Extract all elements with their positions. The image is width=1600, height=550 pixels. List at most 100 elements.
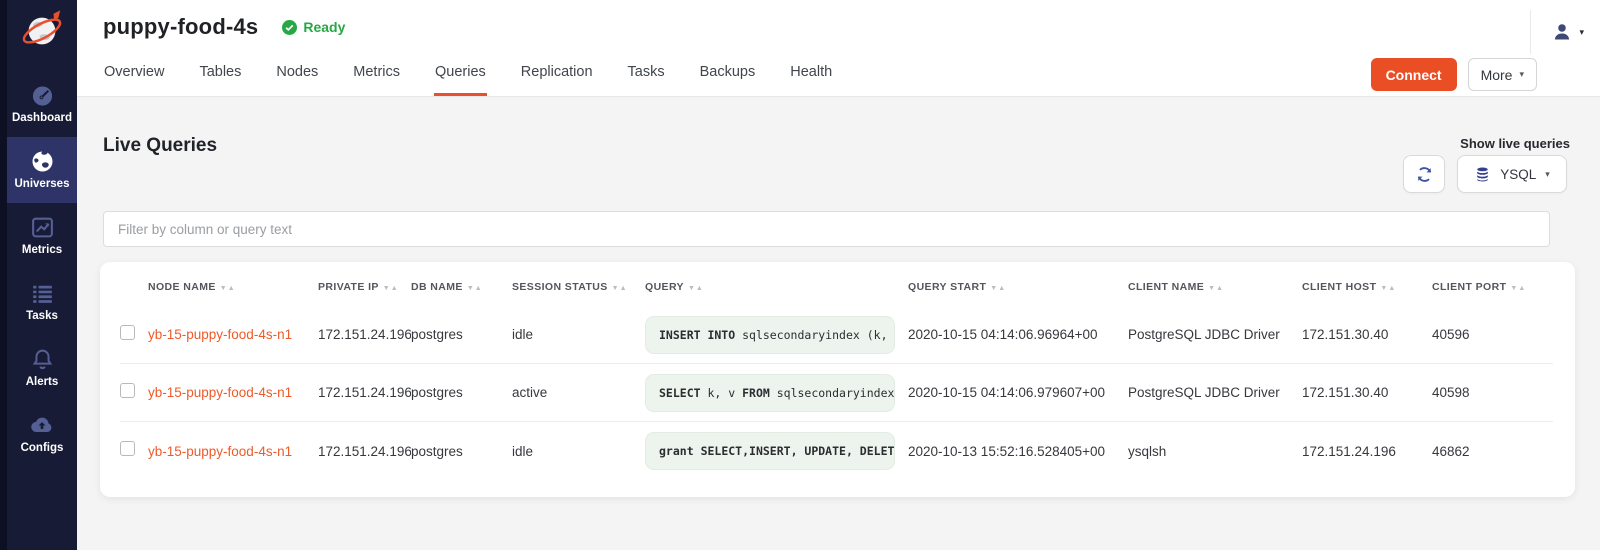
connect-button[interactable]: Connect xyxy=(1371,58,1457,91)
tab-overview[interactable]: Overview xyxy=(103,54,165,96)
more-button-label: More xyxy=(1481,67,1513,83)
column-header-client-host[interactable]: CLIENT HOST▼▲ xyxy=(1302,281,1432,293)
universe-title: puppy-food-4s xyxy=(103,14,258,40)
row-checkbox[interactable] xyxy=(120,441,135,456)
column-header-client-port[interactable]: CLIENT PORT▼▲ xyxy=(1432,281,1553,293)
status-badge: Ready xyxy=(282,19,345,35)
sidebar-item-configs[interactable]: Configs xyxy=(7,401,77,467)
page-title: Live Queries xyxy=(103,135,217,157)
table-row: yb-15-puppy-food-4s-n1 172.151.24.196 po… xyxy=(120,422,1553,480)
client-name-cell: PostgreSQL JDBC Driver xyxy=(1128,385,1302,400)
column-header-client-name[interactable]: CLIENT NAME▼▲ xyxy=(1128,281,1302,293)
query-start-cell: 2020-10-15 04:14:06.979607+00 xyxy=(908,385,1128,400)
client-port-cell: 40596 xyxy=(1432,327,1553,342)
client-port-cell: 40598 xyxy=(1432,385,1553,400)
sort-icon[interactable]: ▼▲ xyxy=(1510,285,1526,292)
node-name-link[interactable]: yb-15-puppy-food-4s-n1 xyxy=(148,327,318,342)
cloud-upload-icon xyxy=(7,412,77,438)
tab-nodes[interactable]: Nodes xyxy=(275,54,319,96)
db-name-cell: postgres xyxy=(411,327,512,342)
sort-icon[interactable]: ▼▲ xyxy=(220,285,236,292)
universe-tabs: Overview Tables Nodes Metrics Queries Re… xyxy=(103,54,833,96)
status-label: Ready xyxy=(303,19,345,35)
query-snippet[interactable]: grant SELECT,INSERT, UPDATE, DELETE… xyxy=(645,432,895,470)
sort-icon[interactable]: ▼▲ xyxy=(688,285,704,292)
show-live-queries-label: Show live queries xyxy=(1460,136,1570,151)
sort-icon[interactable]: ▼▲ xyxy=(990,285,1006,292)
table-row: yb-15-puppy-food-4s-n1 172.151.24.196 po… xyxy=(120,306,1553,364)
query-start-cell: 2020-10-15 04:14:06.96964+00 xyxy=(908,327,1128,342)
list-icon xyxy=(7,280,77,306)
yugabyte-planet-rocket-logo-icon xyxy=(19,8,65,59)
row-checkbox[interactable] xyxy=(120,383,135,398)
tab-metrics[interactable]: Metrics xyxy=(352,54,401,96)
column-header-query[interactable]: QUERY▼▲ xyxy=(645,281,908,293)
node-name-link[interactable]: yb-15-puppy-food-4s-n1 xyxy=(148,444,318,459)
client-host-cell: 172.151.30.40 xyxy=(1302,327,1432,342)
sidebar-item-dashboard[interactable]: Dashboard xyxy=(7,71,77,137)
sort-icon[interactable]: ▼▲ xyxy=(467,285,483,292)
query-snippet[interactable]: SELECT k, v FROM sqlsecondaryindex … xyxy=(645,374,895,412)
bell-icon xyxy=(7,346,77,372)
client-host-cell: 172.151.24.196 xyxy=(1302,444,1432,459)
live-queries-table: NODE NAME▼▲ PRIVATE IP▼▲ DB NAME▼▲ SESSI… xyxy=(100,262,1575,497)
node-name-link[interactable]: yb-15-puppy-food-4s-n1 xyxy=(148,385,318,400)
chart-icon xyxy=(7,214,77,240)
sidebar-item-tasks[interactable]: Tasks xyxy=(7,269,77,335)
tab-queries[interactable]: Queries xyxy=(434,54,487,96)
sidebar: Dashboard Universes Metrics xyxy=(0,0,77,550)
client-name-cell: ysqlsh xyxy=(1128,444,1302,459)
person-icon xyxy=(1551,21,1573,43)
more-button[interactable]: More ▾ xyxy=(1468,58,1537,91)
tab-tasks[interactable]: Tasks xyxy=(627,54,666,96)
sidebar-item-label: Dashboard xyxy=(7,112,77,124)
user-menu[interactable]: ▾ xyxy=(1530,10,1584,54)
db-name-cell: postgres xyxy=(411,385,512,400)
row-checkbox[interactable] xyxy=(120,325,135,340)
tab-health[interactable]: Health xyxy=(789,54,833,96)
sort-icon[interactable]: ▼▲ xyxy=(612,285,628,292)
api-selector-dropdown[interactable]: YSQL ▾ xyxy=(1457,155,1567,193)
globe-icon xyxy=(7,148,77,174)
db-name-cell: postgres xyxy=(411,444,512,459)
query-start-cell: 2020-10-13 15:52:16.528405+00 xyxy=(908,444,1128,459)
column-header-private-ip[interactable]: PRIVATE IP▼▲ xyxy=(318,281,411,293)
table-header-row: NODE NAME▼▲ PRIVATE IP▼▲ DB NAME▼▲ SESSI… xyxy=(120,262,1553,306)
sidebar-item-label: Configs xyxy=(7,442,77,454)
sidebar-item-universes[interactable]: Universes xyxy=(7,137,77,203)
refresh-button[interactable] xyxy=(1403,155,1445,193)
session-status-cell: idle xyxy=(512,327,645,342)
column-header-node-name[interactable]: NODE NAME▼▲ xyxy=(148,281,318,293)
sort-icon[interactable]: ▼▲ xyxy=(383,285,399,292)
api-selector-value: YSQL xyxy=(1500,167,1536,182)
universe-header: puppy-food-4s Ready ▾ Overview Tables No… xyxy=(77,0,1600,97)
private-ip-cell: 172.151.24.196 xyxy=(318,444,411,459)
gauge-icon xyxy=(7,82,77,108)
sidebar-item-alerts[interactable]: Alerts xyxy=(7,335,77,401)
column-header-query-start[interactable]: QUERY START▼▲ xyxy=(908,281,1128,293)
client-host-cell: 172.151.30.40 xyxy=(1302,385,1432,400)
sidebar-item-metrics[interactable]: Metrics xyxy=(7,203,77,269)
query-snippet[interactable]: INSERT INTO sqlsecondaryindex (k, v… xyxy=(645,316,895,354)
live-queries-panel: Live Queries Show live queries xyxy=(77,97,1600,550)
query-filter-input[interactable] xyxy=(103,211,1550,247)
check-circle-icon xyxy=(282,20,297,35)
refresh-icon xyxy=(1415,165,1434,184)
chevron-down-icon: ▾ xyxy=(1545,169,1550,180)
client-port-cell: 46862 xyxy=(1432,444,1553,459)
chevron-down-icon: ▾ xyxy=(1579,27,1584,38)
tab-replication[interactable]: Replication xyxy=(520,54,594,96)
sidebar-item-label: Tasks xyxy=(7,310,77,322)
table-row: yb-15-puppy-food-4s-n1 172.151.24.196 po… xyxy=(120,364,1553,422)
tab-backups[interactable]: Backups xyxy=(699,54,757,96)
app-logo[interactable] xyxy=(7,0,77,71)
column-header-session-status[interactable]: SESSION STATUS▼▲ xyxy=(512,281,645,293)
column-header-db-name[interactable]: DB NAME▼▲ xyxy=(411,281,512,293)
tab-tables[interactable]: Tables xyxy=(198,54,242,96)
client-name-cell: PostgreSQL JDBC Driver xyxy=(1128,327,1302,342)
sort-icon[interactable]: ▼▲ xyxy=(1380,285,1396,292)
sidebar-item-label: Metrics xyxy=(7,244,77,256)
sidebar-item-label: Alerts xyxy=(7,376,77,388)
sort-icon[interactable]: ▼▲ xyxy=(1208,285,1224,292)
database-icon xyxy=(1474,166,1491,183)
